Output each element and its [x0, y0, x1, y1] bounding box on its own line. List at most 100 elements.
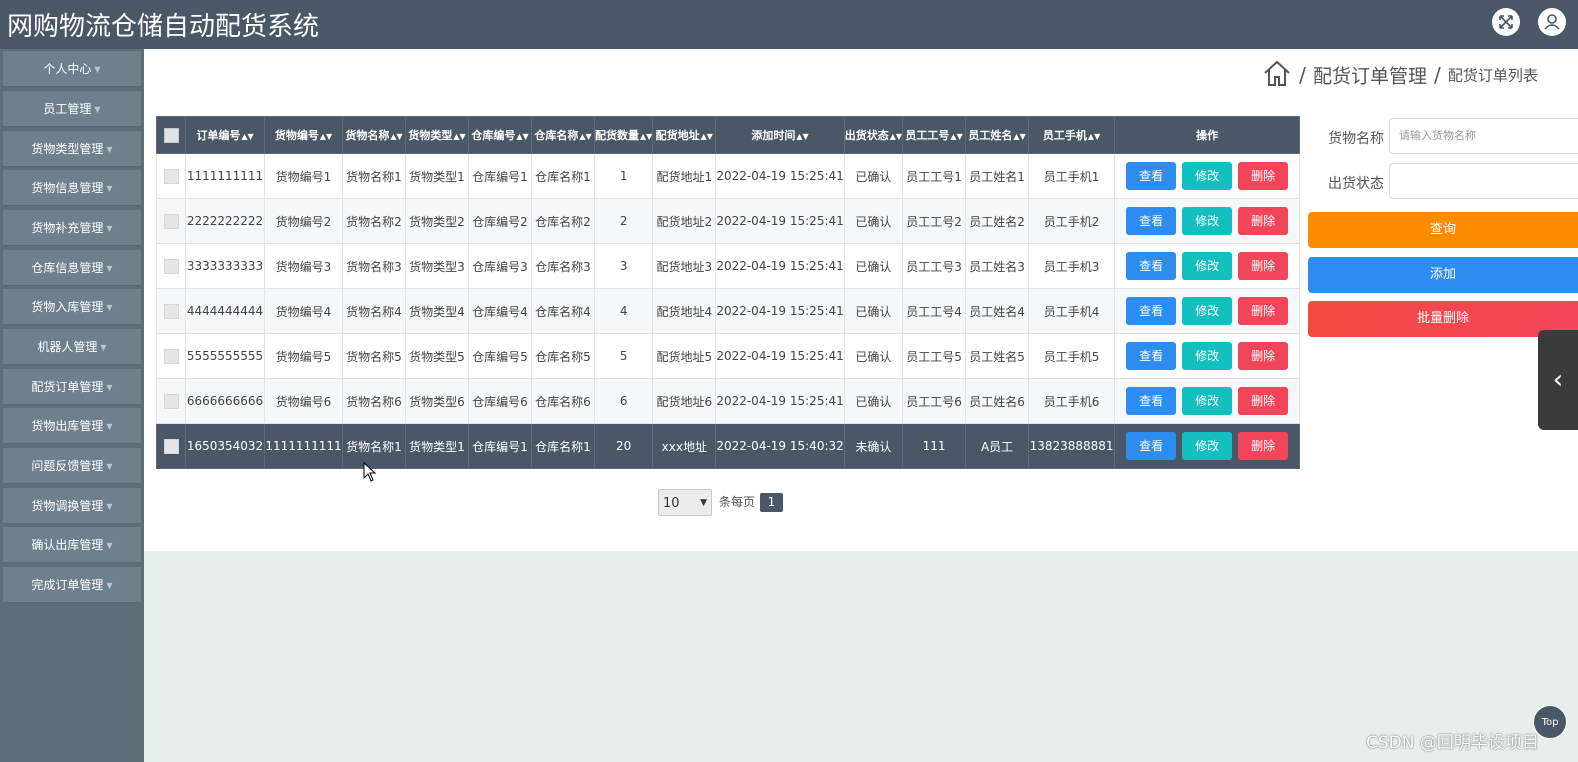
row-select-cell[interactable] — [156, 288, 186, 334]
user-icon[interactable] — [1538, 8, 1566, 36]
view-button[interactable]: 查看 — [1126, 342, 1177, 370]
table-row[interactable]: 4444444444 货物编号4 货物名称4 货物类型4 仓库编号4 仓库名称4 4 配货地址… — [156, 288, 1301, 334]
view-button[interactable]: 查看 — [1126, 432, 1177, 460]
table-cell: 员工手机6 — [1028, 378, 1116, 424]
chevron-down-icon: ▼ — [106, 302, 113, 312]
row-checkbox[interactable] — [163, 438, 179, 454]
sidebar-item-distribution-order[interactable]: 配货订单管理 ▼ — [3, 369, 141, 405]
column-header-goods-name[interactable]: 货物名称▲▼ — [342, 116, 406, 154]
chevron-down-icon: ▼ — [106, 144, 113, 154]
batch-delete-button[interactable]: 批量删除 — [1308, 301, 1578, 337]
edit-button[interactable]: 修改 — [1182, 252, 1233, 280]
table-row[interactable]: 6666666666 货物编号6 货物名称6 货物类型6 仓库编号6 仓库名称6 6 配货地址… — [156, 378, 1301, 424]
goods-name-input[interactable]: 请输入货物名称 — [1389, 118, 1578, 154]
collapse-panel-handle[interactable]: ‹ — [1538, 330, 1578, 430]
delete-button[interactable]: 删除 — [1238, 342, 1289, 370]
select-all-checkbox[interactable] — [163, 127, 179, 143]
table-cell: 3 — [593, 243, 654, 289]
delete-button[interactable]: 删除 — [1238, 432, 1289, 460]
table-cell: 仓库编号5 — [468, 333, 532, 379]
table-cell: 仓库编号4 — [468, 288, 532, 334]
column-header-employee-no[interactable]: 员工工号▲▼ — [902, 116, 967, 154]
goods-name-label: 货物名称 — [1328, 131, 1384, 147]
row-checkbox[interactable] — [163, 168, 179, 184]
table-row[interactable]: 2222222222 货物编号2 货物名称2 货物类型2 仓库编号2 仓库名称2 2 配货地址… — [156, 198, 1301, 244]
column-header-goods-no[interactable]: 货物编号▲▼ — [264, 116, 343, 154]
table-cell: 2222222222 — [185, 198, 265, 244]
expand-icon[interactable] — [1492, 8, 1520, 36]
column-header-warehouse-no[interactable]: 仓库编号▲▼ — [468, 116, 532, 154]
column-header-address[interactable]: 配货地址▲▼ — [652, 116, 717, 154]
view-button[interactable]: 查看 — [1126, 252, 1177, 280]
breadcrumb-parent[interactable]: 配货订单管理 — [1313, 66, 1427, 88]
table-cell: 6666666666 — [185, 378, 265, 424]
sidebar-item-employee[interactable]: 员工管理 ▼ — [3, 91, 141, 127]
sidebar-item-feedback[interactable]: 问题反馈管理 ▼ — [3, 448, 141, 484]
row-select-cell[interactable] — [156, 333, 186, 379]
actions-cell: 查看 修改 删除 — [1114, 198, 1301, 244]
table-row[interactable]: 3333333333 货物编号3 货物名称3 货物类型3 仓库编号3 仓库名称3 3 配货地址… — [156, 243, 1301, 289]
query-button[interactable]: 查询 — [1308, 212, 1578, 248]
table-cell: 2022-04-19 15:40:32 — [715, 423, 845, 469]
actions-cell: 查看 修改 删除 — [1114, 423, 1301, 469]
column-header-quantity[interactable]: 配货数量▲▼ — [593, 116, 654, 154]
home-icon[interactable] — [1262, 58, 1292, 92]
view-button[interactable]: 查看 — [1126, 297, 1177, 325]
sort-icon: ▲▼ — [889, 132, 903, 141]
page-size-select[interactable]: 10 ▼ — [658, 489, 712, 516]
column-header-employee-phone[interactable]: 员工手机▲▼ — [1028, 116, 1116, 154]
sidebar-item-completed-order[interactable]: 完成订单管理 ▼ — [3, 567, 141, 603]
sidebar-item-confirm-stock-out[interactable]: 确认出库管理 ▼ — [3, 527, 141, 563]
table-row[interactable]: 5555555555 货物编号5 货物名称5 货物类型5 仓库编号5 仓库名称5 5 配货地址… — [156, 333, 1301, 379]
add-button[interactable]: 添加 — [1308, 257, 1578, 293]
sidebar-item-goods-type[interactable]: 货物类型管理 ▼ — [3, 131, 141, 167]
sidebar-item-robot[interactable]: 机器人管理 ▼ — [3, 329, 141, 365]
sidebar-item-goods-restock[interactable]: 货物补充管理 ▼ — [3, 210, 141, 246]
column-header-added-time[interactable]: 添加时间▲▼ — [715, 116, 845, 154]
view-button[interactable]: 查看 — [1126, 162, 1177, 190]
row-checkbox[interactable] — [163, 258, 179, 274]
delete-button[interactable]: 删除 — [1238, 387, 1289, 415]
edit-button[interactable]: 修改 — [1182, 207, 1233, 235]
row-select-cell[interactable] — [156, 243, 186, 289]
view-button[interactable]: 查看 — [1126, 207, 1177, 235]
column-header-warehouse-name[interactable]: 仓库名称▲▼ — [531, 116, 595, 154]
delete-button[interactable]: 删除 — [1238, 162, 1289, 190]
select-all-cell[interactable] — [156, 116, 186, 154]
sidebar-item-stock-in[interactable]: 货物入库管理 ▼ — [3, 289, 141, 325]
column-header-status[interactable]: 出货状态▲▼ — [843, 116, 904, 154]
sidebar-item-personal-center[interactable]: 个人中心 ▼ — [3, 51, 141, 87]
table-cell: 1111111111 — [264, 423, 343, 469]
row-select-cell[interactable] — [156, 378, 186, 424]
sidebar-item-goods-info[interactable]: 货物信息管理 ▼ — [3, 170, 141, 206]
row-select-cell[interactable] — [156, 423, 186, 469]
table-cell: 货物名称6 — [342, 378, 406, 424]
column-header-order-no[interactable]: 订单编号▲▼ — [185, 116, 265, 154]
row-checkbox[interactable] — [163, 213, 179, 229]
table-row[interactable]: 1111111111 货物编号1 货物名称1 货物类型1 仓库编号1 仓库名称1 1 配货地址… — [156, 153, 1301, 199]
column-header-goods-type[interactable]: 货物类型▲▼ — [405, 116, 469, 154]
sidebar-item-goods-exchange[interactable]: 货物调换管理 ▼ — [3, 488, 141, 524]
edit-button[interactable]: 修改 — [1182, 342, 1233, 370]
edit-button[interactable]: 修改 — [1182, 297, 1233, 325]
delete-button[interactable]: 删除 — [1238, 297, 1289, 325]
chevron-down-icon: ▼ — [100, 342, 107, 352]
sidebar-item-stock-out[interactable]: 货物出库管理 ▼ — [3, 408, 141, 444]
edit-button[interactable]: 修改 — [1182, 387, 1233, 415]
column-header-employee-name[interactable]: 员工姓名▲▼ — [965, 116, 1030, 154]
row-checkbox[interactable] — [163, 393, 179, 409]
row-checkbox[interactable] — [163, 303, 179, 319]
delete-button[interactable]: 删除 — [1238, 207, 1289, 235]
delete-button[interactable]: 删除 — [1238, 252, 1289, 280]
status-select[interactable] — [1389, 163, 1578, 199]
row-select-cell[interactable] — [156, 153, 186, 199]
row-select-cell[interactable] — [156, 198, 186, 244]
edit-button[interactable]: 修改 — [1182, 432, 1233, 460]
row-checkbox[interactable] — [163, 348, 179, 364]
page-number-button[interactable]: 1 — [760, 493, 783, 512]
view-button[interactable]: 查看 — [1126, 387, 1177, 415]
sidebar-item-warehouse[interactable]: 仓库信息管理 ▼ — [3, 250, 141, 286]
table-row[interactable]: 1650354032 1111111111 货物名称1 货物类型1 仓库编号1 仓库名称1… — [156, 423, 1301, 469]
table-cell: 已确认 — [843, 333, 904, 379]
edit-button[interactable]: 修改 — [1182, 162, 1233, 190]
